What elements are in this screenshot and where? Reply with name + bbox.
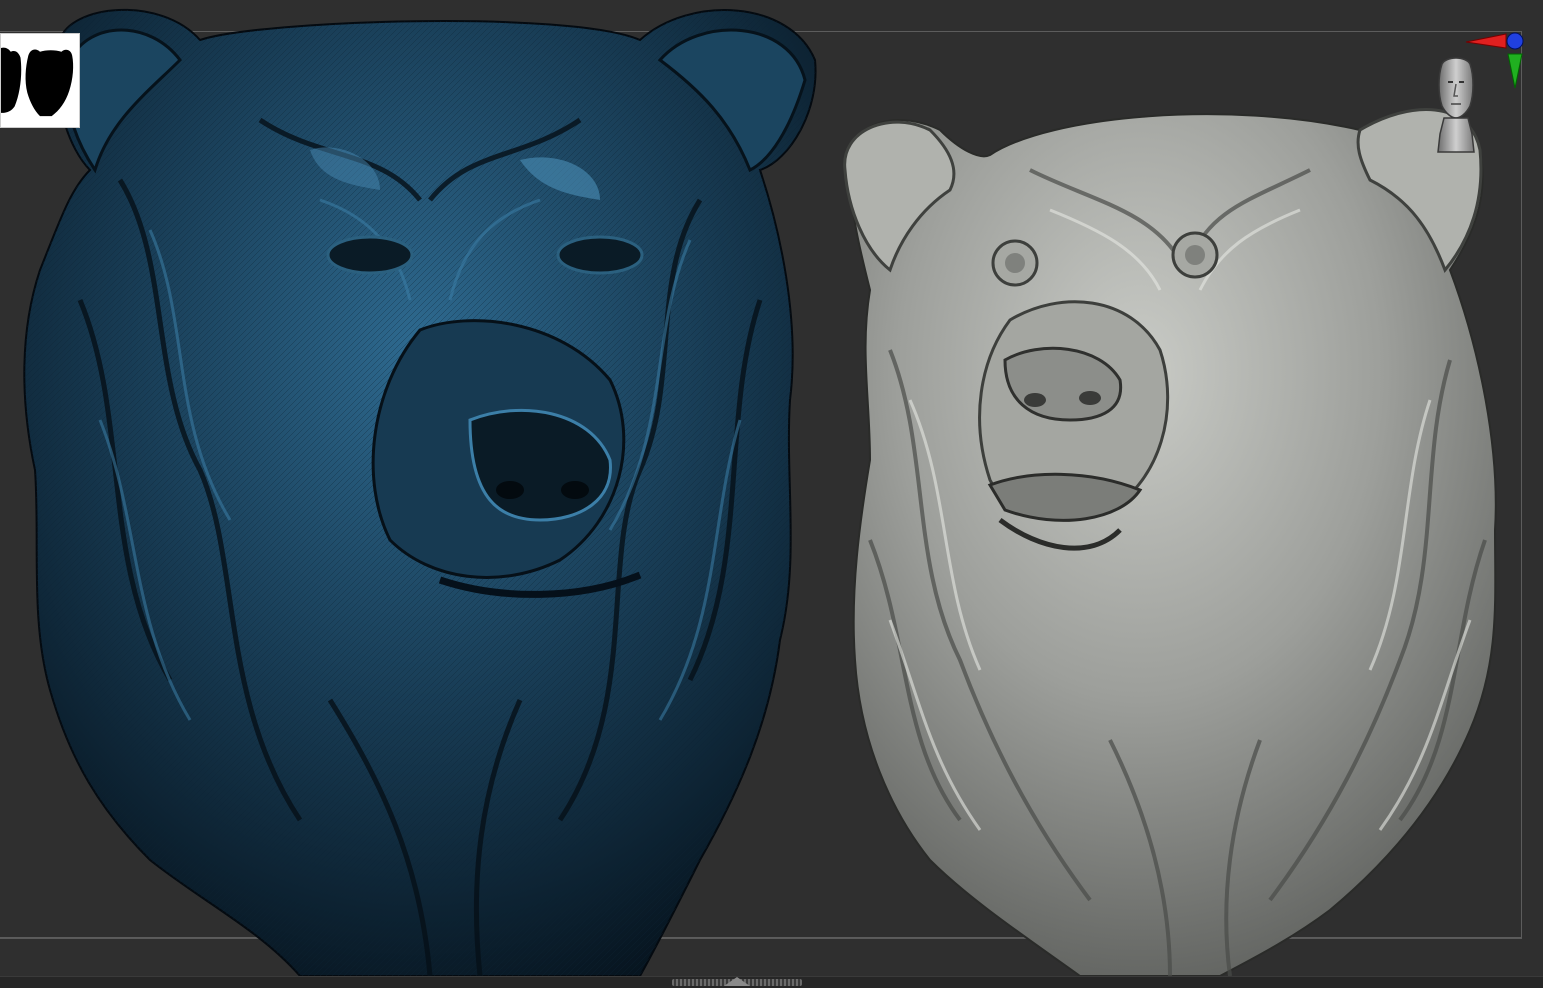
bear-silhouette-thumbnail-icon[interactable] (0, 33, 80, 128)
3d-viewport[interactable] (0, 0, 1543, 976)
head-navigation-icon[interactable] (1426, 54, 1486, 156)
bottom-tray-bar (0, 976, 1543, 988)
bear-bust-wireframe-model[interactable] (0, 0, 830, 976)
bear-bust-clay-model[interactable] (830, 100, 1520, 976)
